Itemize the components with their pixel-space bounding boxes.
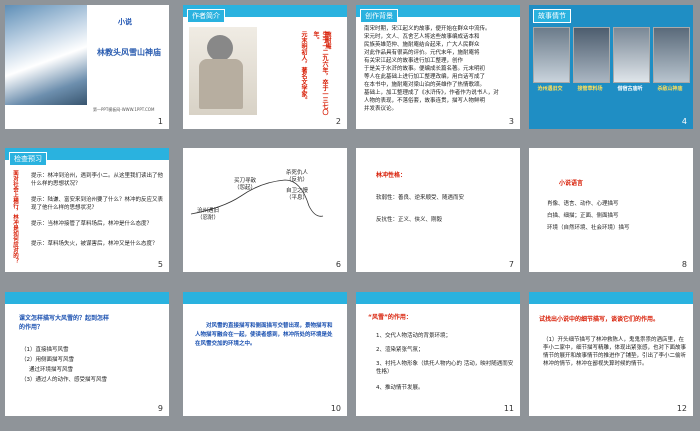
- slide-header-bar: [183, 292, 347, 304]
- plot-image-2: [573, 27, 610, 83]
- trait-resist: 反抗性：正义、侠义、刚毅: [376, 217, 443, 223]
- answer-1: （1）直接描写风雪: [21, 347, 69, 353]
- slide-thumbnail-4[interactable]: 故事情节 沧州遇旧交 接管草料场 借宿古庙听 杀敌山神庙 4: [529, 5, 693, 129]
- node-a: 沧州遇旧 （忍耐）: [196, 208, 219, 221]
- hint-2: 提示：陆谦、富安来到沧州要了什么？林冲的反应又表现了他什么样的思想状况？: [31, 197, 164, 211]
- trait-weak: 软弱性：善良、逆来顺受、随遇而安: [376, 195, 465, 201]
- slide-title: 小说语言: [559, 180, 584, 187]
- author-dates: 生于一二九六年，卒于一三七〇年。: [312, 31, 328, 115]
- slide-thumbnail-2[interactable]: 作者简介 施耐庵 生于一二九六年，卒于一三七〇年。 元末明初人，著名文学家。 2: [183, 5, 347, 129]
- slide-footer: 第一PPT模板网-WWW.1PPT.COM: [93, 107, 155, 112]
- slide-number: 3: [508, 117, 514, 126]
- plot-image-3: [613, 27, 650, 83]
- plot-image-4: [653, 27, 690, 83]
- slide-thumbnail-9[interactable]: 课文怎样描写大风雪的？起到怎样的作用？ （1）直接描写风雪 （2）用侧面描写风雪…: [5, 292, 169, 416]
- slide-tag: 小说: [118, 18, 132, 26]
- plot-caption-1: 沧州遇旧交: [537, 86, 563, 92]
- hint-1: 提示：林冲到沧州，遇到李小二。从这里我们读出了他什么样的思想状况？: [31, 173, 164, 187]
- background-paragraph: 南宋时期，宋江起义的故事，便开始在群众中流传。 宋元时，文人、瓦舍艺人将这些故事编…: [364, 25, 514, 113]
- slide-number: 12: [676, 404, 687, 413]
- slide-number: 6: [335, 260, 341, 269]
- effect-1: 1、交代人物活动的背景环境；: [376, 333, 452, 339]
- slide-number: 9: [157, 404, 163, 413]
- background-line: 南宋时期，宋江起义的故事，便开始在群众中流传。: [364, 26, 491, 32]
- detail-text: （1）开头细节描写了林冲救陈人，鬼鬼祟祟的酒店里，在李小二家中，细节描写精雕，体…: [543, 337, 687, 367]
- slide-tag: 故事情节: [533, 9, 571, 23]
- background-line: 宋元时，文人、瓦舍艺人将这些故事编成话本和: [364, 34, 480, 40]
- answer-2b: 通过环境描写风雪: [29, 367, 74, 373]
- background-line: 对此作品具有很高的评价。元代末年，施耐庵将: [364, 50, 480, 56]
- slide-header-bar: [356, 292, 520, 304]
- background-line: 人物的表现，不落俗套，故事连贯，描写人物鲜明: [364, 98, 486, 104]
- language-point-2: 白描、细描；正面、侧面描写: [547, 213, 619, 219]
- effect-2: 2、渲染紧张气氛；: [376, 347, 424, 353]
- author-portrait: [189, 27, 257, 115]
- background-line: 民族英雄范仲、施耐庵结合起来，广大人民群众: [364, 42, 480, 48]
- slide-tag: 创作背景: [360, 9, 398, 23]
- slide-thumbnail-5[interactable]: 检查预习 面对社会上横行，林冲是如何应对的？ 提示：林冲到沧州，遇到李小二。从这…: [5, 148, 169, 272]
- language-point-1: 肖像、语言、动作、心理描写: [547, 201, 619, 207]
- slide-header-bar: [5, 292, 169, 304]
- side-question: 面对社会上横行，林冲是如何应对的？: [12, 170, 18, 264]
- plot-caption-2: 接管草料场: [577, 86, 603, 92]
- plot-caption-3: 借宿古庙听: [617, 86, 643, 92]
- slide-number: 1: [157, 117, 163, 126]
- node-c: 杀死仇人 （反抗）: [285, 170, 308, 183]
- snow-scene-image: [5, 5, 87, 105]
- plot-image-1: [533, 27, 570, 83]
- slide-thumbnail-10[interactable]: 对风雪的直接描写和侧面描写交替出现，景物描写和人物描写融合在一起，使读者感到，林…: [183, 292, 347, 416]
- background-line: 于是关于水浒的故事。便编成长篇名著。元末明初: [364, 66, 486, 72]
- answer-3: （3）通过人的动作、感受描写风雪: [21, 377, 108, 383]
- background-line: 等人在此基础上进行加工整理改编，用白话写成了: [364, 74, 486, 80]
- question-title: 课文怎样描写大风雪的？起到怎样的作用？: [19, 315, 110, 331]
- effect-3: 3、衬托人物形象（烘托人物内心的 活动，映衬随遇而安性格）: [376, 361, 514, 375]
- slide-number: 7: [508, 260, 514, 269]
- plot-caption-4: 杀敌山神庙: [657, 86, 683, 92]
- slide-number: 10: [330, 404, 341, 413]
- slide-thumbnail-6[interactable]: 沧州遇旧 （忍耐） 买刀寻敌 （怨起） 杀死仇人 （反抗） 自卫之慢 （平息） 6: [183, 148, 347, 272]
- slide-title: 试找出小说中的细节描写，谈谈它们的作用。: [539, 316, 660, 323]
- effect-4: 4、推动情节发展。: [376, 385, 424, 391]
- background-line: 有关宋江起义的故事进行加工整理，创作: [364, 58, 464, 64]
- summary-text: 对风雪的直接描写和侧面描写交替出现，景物描写和人物描写融合在一起，使读者感到，林…: [195, 323, 333, 347]
- slide-number: 2: [335, 117, 341, 126]
- slide-number: 11: [503, 404, 514, 413]
- slide-title: “风雪”的作用：: [368, 314, 412, 321]
- slide-title: 林冲性格：: [376, 172, 407, 179]
- hint-3: 提示：当林冲接管了草料场后，林冲是什么态度？: [31, 221, 153, 227]
- slide-thumbnail-3[interactable]: 创作背景 南宋时期，宋江起义的故事，便开始在群众中流传。 宋元时，文人、瓦舍艺人将…: [356, 5, 520, 129]
- hint-4: 提示：草料场失火，被谋害后，林冲又是什么态度？: [31, 241, 158, 247]
- slide-thumbnail-12[interactable]: 试找出小说中的细节描写，谈谈它们的作用。 （1）开头细节描写了林冲救陈人，鬼鬼祟…: [529, 292, 693, 416]
- slide-number: 8: [681, 260, 687, 269]
- background-line: 基础上，加工整理成了《水浒传》，作者作为说书人，对: [364, 90, 499, 96]
- slide-thumbnail-11[interactable]: “风雪”的作用： 1、交代人物活动的背景环境； 2、渲染紧张气氛； 3、衬托人物…: [356, 292, 520, 416]
- background-line: 并发表议论。: [364, 106, 398, 112]
- background-line: 在本书中，施耐庵对梁山泊的英雄作了热情歌颂。: [364, 82, 486, 88]
- slide-thumbnail-7[interactable]: 林冲性格： 软弱性：善良、逆来顺受、随遇而安 反抗性：正义、侠义、刚毅 7: [356, 148, 520, 272]
- answer-2: （2）用侧面描写风雪: [21, 357, 74, 363]
- node-b: 买刀寻敌 （怨起）: [233, 178, 256, 191]
- slide-title: 林教头风雪山神庙: [97, 48, 161, 57]
- slide-thumbnail-1[interactable]: 小说 林教头风雪山神庙 第一PPT模板网-WWW.1PPT.COM 1: [5, 5, 169, 129]
- language-point-3: 环境（自然环境、社会环境）描写: [547, 225, 630, 231]
- slide-number: 4: [681, 117, 687, 126]
- slide-thumbnail-8[interactable]: 小说语言 肖像、语言、动作、心理描写 白描、细描；正面、侧面描写 环境（自然环境…: [529, 148, 693, 272]
- slide-header-bar: [529, 292, 693, 304]
- author-desc: 元末明初人，著名文学家。: [300, 31, 307, 103]
- slide-tag: 检查预习: [9, 152, 47, 166]
- slide-number: 5: [157, 260, 163, 269]
- node-d: 自卫之慢 （平息）: [285, 188, 308, 201]
- slide-tag: 作者简介: [187, 9, 225, 23]
